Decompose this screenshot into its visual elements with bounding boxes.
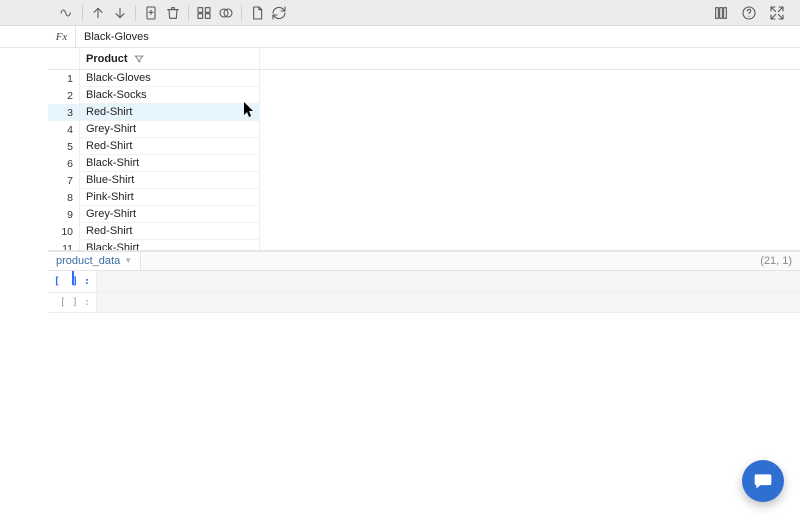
toolbar bbox=[0, 0, 800, 26]
table-row[interactable]: 8Pink-Shirt bbox=[48, 189, 800, 206]
trash-icon[interactable] bbox=[162, 2, 184, 24]
row-number[interactable]: 3 bbox=[48, 104, 80, 121]
dimensions-label: (21, 1) bbox=[752, 252, 800, 270]
row-number[interactable]: 10 bbox=[48, 223, 80, 240]
cell-product[interactable]: Black-Gloves bbox=[80, 70, 260, 87]
cell-product[interactable]: Grey-Shirt bbox=[80, 121, 260, 138]
formula-bar: Fx Black-Gloves bbox=[0, 26, 800, 48]
sheet-tabs-bar: product_data ▼ (21, 1) bbox=[48, 251, 800, 271]
cell-product[interactable]: Red-Shirt bbox=[80, 104, 260, 121]
sheet-tab-label: product_data bbox=[56, 255, 120, 267]
help-icon[interactable] bbox=[738, 2, 760, 24]
row-number[interactable]: 1 bbox=[48, 70, 80, 87]
row-number[interactable]: 9 bbox=[48, 206, 80, 223]
expand-icon[interactable] bbox=[766, 2, 788, 24]
table-row[interactable]: 5Red-Shirt bbox=[48, 138, 800, 155]
code-panels: [ ] : [ ] : bbox=[48, 271, 800, 313]
fx-value[interactable]: Black-Gloves bbox=[76, 31, 157, 43]
table-row[interactable]: 6Black-Shirt bbox=[48, 155, 800, 172]
cell-product[interactable]: Black-Socks bbox=[80, 87, 260, 104]
row-number[interactable]: 11 bbox=[48, 240, 80, 251]
sheet-tab-product-data[interactable]: product_data ▼ bbox=[48, 252, 141, 270]
arrow-up-icon[interactable] bbox=[87, 2, 109, 24]
table-row[interactable]: 3Red-Shirt bbox=[48, 104, 800, 121]
row-number[interactable]: 2 bbox=[48, 87, 80, 104]
chat-help-button[interactable] bbox=[742, 460, 784, 502]
table-row[interactable]: 7Blue-Shirt bbox=[48, 172, 800, 189]
table-row[interactable]: 2Black-Socks bbox=[48, 87, 800, 104]
cell-product[interactable]: Black-Shirt bbox=[80, 240, 260, 251]
cell-product[interactable]: Red-Shirt bbox=[80, 138, 260, 155]
row-number[interactable]: 8 bbox=[48, 189, 80, 206]
page-icon[interactable] bbox=[246, 2, 268, 24]
chevron-down-icon[interactable]: ▼ bbox=[124, 256, 132, 265]
grid-header: Product bbox=[48, 48, 800, 70]
filter-icon[interactable] bbox=[134, 54, 144, 64]
cell-product[interactable]: Black-Shirt bbox=[80, 155, 260, 172]
code-cell-active[interactable]: [ ] : bbox=[48, 271, 800, 293]
code-cell-idle[interactable]: [ ] : bbox=[48, 293, 800, 313]
table-row[interactable]: 9Grey-Shirt bbox=[48, 206, 800, 223]
cell-product[interactable]: Blue-Shirt bbox=[80, 172, 260, 189]
refresh-icon[interactable] bbox=[268, 2, 290, 24]
new-doc-icon[interactable] bbox=[140, 2, 162, 24]
table-row[interactable]: 4Grey-Shirt bbox=[48, 121, 800, 138]
cell-product[interactable]: Grey-Shirt bbox=[80, 206, 260, 223]
column-header-product[interactable]: Product bbox=[80, 48, 260, 69]
data-grid[interactable]: Product 1Black-Gloves2Black-Socks3Red-Sh… bbox=[48, 48, 800, 251]
cell-product[interactable]: Red-Shirt bbox=[80, 223, 260, 240]
columns3-icon[interactable] bbox=[710, 2, 732, 24]
cell-product[interactable]: Pink-Shirt bbox=[80, 189, 260, 206]
row-number[interactable]: 4 bbox=[48, 121, 80, 138]
row-number[interactable]: 7 bbox=[48, 172, 80, 189]
row-number[interactable]: 6 bbox=[48, 155, 80, 172]
wave-icon[interactable] bbox=[56, 2, 78, 24]
column-header-label: Product bbox=[86, 53, 128, 65]
table-row[interactable]: 10Red-Shirt bbox=[48, 223, 800, 240]
venn-icon[interactable] bbox=[215, 2, 237, 24]
table-row[interactable]: 1Black-Gloves bbox=[48, 70, 800, 87]
grid-columns-icon[interactable] bbox=[193, 2, 215, 24]
table-row[interactable]: 11Black-Shirt bbox=[48, 240, 800, 251]
arrow-down-icon[interactable] bbox=[109, 2, 131, 24]
fx-label: Fx bbox=[48, 26, 76, 47]
row-number[interactable]: 5 bbox=[48, 138, 80, 155]
